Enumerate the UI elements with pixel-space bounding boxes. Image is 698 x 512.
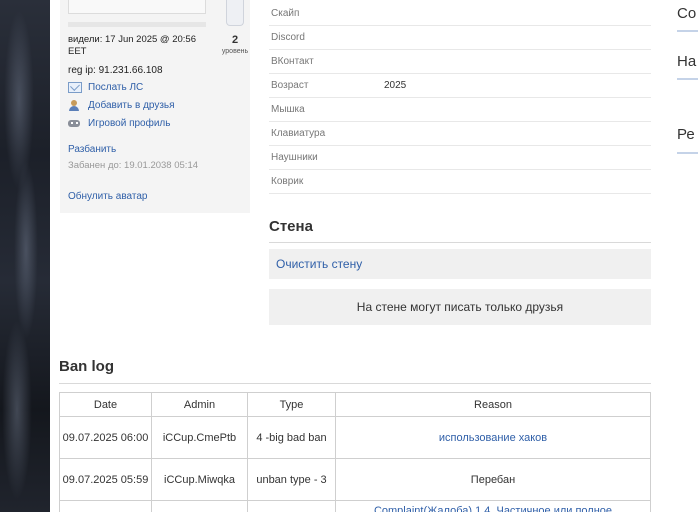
info-row-mouse: Мышка xyxy=(269,98,651,122)
banned-until: Забанен до: 19.01.2038 05:14 xyxy=(68,160,199,171)
sidebar-heading: На xyxy=(677,53,697,70)
info-row-headphones: Наушники xyxy=(269,146,651,170)
cell-admin: iCCup.Miwqka xyxy=(151,458,248,501)
cell-reason: Перебан xyxy=(335,458,651,501)
info-key: Наушники xyxy=(271,152,318,163)
divider xyxy=(677,30,698,32)
info-key: Скайп xyxy=(271,8,300,19)
table-header-row: Date Admin Type Reason xyxy=(59,392,651,417)
reg-ip: reg ip: 91.231.66.108 xyxy=(68,65,163,76)
profile-info-table: Скайп Discord ВКонтакт Возраст 2025 Мышк… xyxy=(269,2,651,194)
info-key: Мышка xyxy=(271,104,305,115)
table-row: 09.07.2025 05:59 iCCup.Miwqka unban type… xyxy=(59,458,651,501)
divider xyxy=(269,242,651,243)
gamepad-icon xyxy=(68,118,82,129)
cell-admin xyxy=(151,500,248,512)
ban-log-table: Date Admin Type Reason 09.07.2025 06:00 … xyxy=(59,392,651,512)
info-row-skype: Скайп xyxy=(269,2,651,26)
info-value: 2025 xyxy=(384,80,407,91)
cell-reason-link[interactable]: Complaint(Жалоба) 1.4. Частичное или пол… xyxy=(335,500,651,512)
cell-type xyxy=(247,500,336,512)
ban-log-title: Ban log xyxy=(59,358,114,375)
info-key: Клавиатура xyxy=(271,128,326,139)
send-message-label: Послать ЛС xyxy=(88,82,144,93)
column-header-admin: Admin xyxy=(151,392,248,417)
level-value: 2 xyxy=(231,34,239,46)
add-friend-icon xyxy=(68,100,82,111)
cell-type: unban type - 3 xyxy=(247,458,336,501)
background-art xyxy=(0,0,50,512)
info-row-mousepad: Коврик xyxy=(269,170,651,194)
mail-icon xyxy=(68,82,82,93)
clear-wall-button[interactable]: Очистить стену xyxy=(269,249,651,279)
add-friend-link[interactable]: Добавить в друзья xyxy=(68,100,175,111)
wall-friends-only-note: На стене могут писать только друзья xyxy=(269,289,651,325)
info-row-keyboard: Клавиатура xyxy=(269,122,651,146)
last-seen: видели: 17 Jun 2025 @ 20:56 EET xyxy=(68,34,196,57)
divider xyxy=(59,383,651,384)
game-profile-link[interactable]: Игровой профиль xyxy=(68,118,170,129)
cell-reason-link[interactable]: использование хаков xyxy=(335,416,651,459)
table-row: Complaint(Жалоба) 1.4. Частичное или пол… xyxy=(59,500,651,512)
send-message-link[interactable]: Послать ЛС xyxy=(68,82,143,93)
info-key: Discord xyxy=(271,32,305,43)
column-header-reason: Reason xyxy=(335,392,651,417)
right-sidebar: Co На Ре xyxy=(662,0,698,512)
info-row-discord: Discord xyxy=(269,26,651,50)
cell-admin: iCCup.CmePtb xyxy=(151,416,248,459)
add-friend-label: Добавить в друзья xyxy=(88,100,175,111)
level-label: уровень xyxy=(221,48,249,55)
level-bar xyxy=(226,0,244,26)
avatar xyxy=(68,0,206,14)
reset-avatar-link[interactable]: Обнулить аватар xyxy=(68,191,148,202)
avatar-progress-bar xyxy=(68,22,206,27)
game-profile-label: Игровой профиль xyxy=(88,118,171,129)
profile-content: видели: 17 Jun 2025 @ 20:56 EET 2 уровен… xyxy=(50,0,662,512)
column-header-date: Date xyxy=(59,392,152,417)
cell-date: 09.07.2025 06:00 xyxy=(59,416,152,459)
info-row-vk: ВКонтакт xyxy=(269,50,651,74)
table-row: 09.07.2025 06:00 iCCup.CmePtb 4 -big bad… xyxy=(59,416,651,459)
divider xyxy=(677,152,698,154)
clear-wall-label: Очистить стену xyxy=(276,257,363,271)
info-row-age: Возраст 2025 xyxy=(269,74,651,98)
sidebar-heading: Co xyxy=(677,5,697,22)
sidebar-heading: Ре xyxy=(677,126,695,143)
divider xyxy=(677,78,698,80)
column-header-type: Type xyxy=(247,392,336,417)
cell-date xyxy=(59,500,152,512)
profile-card: видели: 17 Jun 2025 @ 20:56 EET 2 уровен… xyxy=(60,0,250,213)
info-key: Коврик xyxy=(271,176,304,187)
unban-link[interactable]: Разбанить xyxy=(68,144,116,155)
info-key: Возраст xyxy=(271,80,309,91)
info-key: ВКонтакт xyxy=(271,56,314,67)
cell-date: 09.07.2025 05:59 xyxy=(59,458,152,501)
wall-title: Стена xyxy=(269,218,313,235)
cell-type: 4 -big bad ban xyxy=(247,416,336,459)
